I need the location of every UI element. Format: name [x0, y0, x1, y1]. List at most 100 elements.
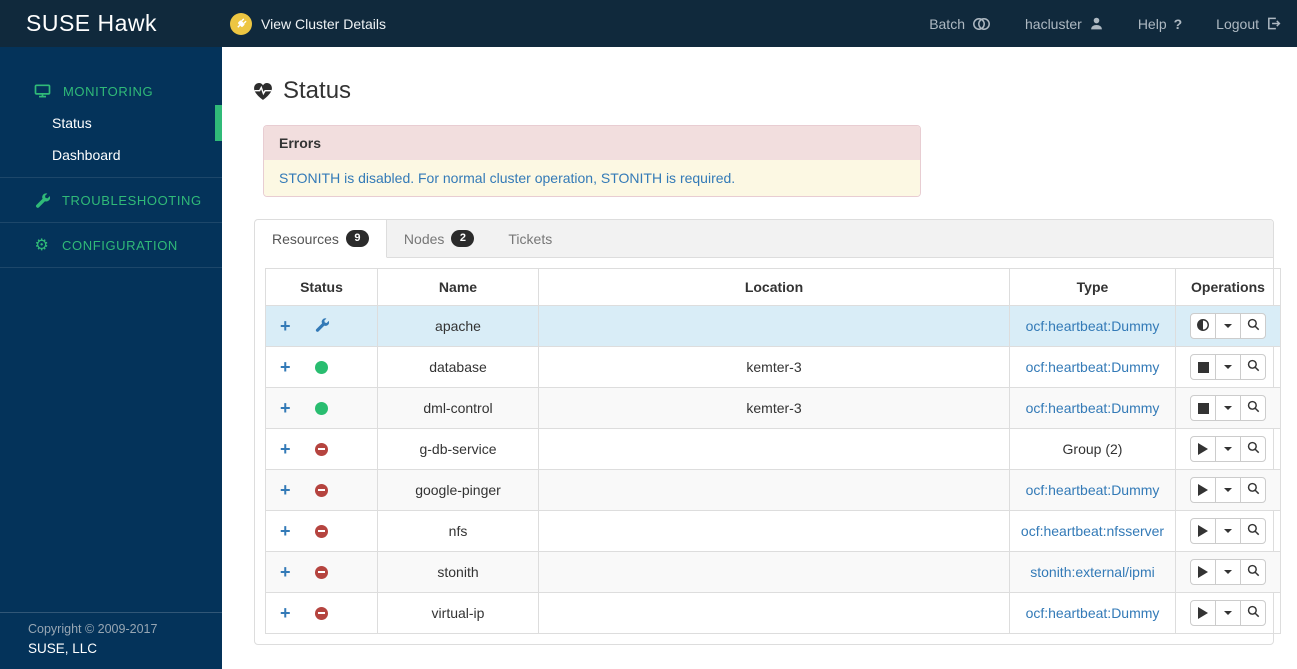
- nodes-count-badge: 2: [451, 230, 475, 247]
- operations-dropdown-button[interactable]: [1215, 354, 1241, 380]
- user-menu[interactable]: hacluster: [1025, 16, 1104, 32]
- tab-resources[interactable]: Resources 9: [255, 220, 387, 258]
- tab-nodes[interactable]: Nodes 2: [387, 220, 491, 257]
- primary-operation-button[interactable]: [1190, 518, 1216, 544]
- company-line: SUSE, LLC: [28, 641, 98, 656]
- primary-operation-button[interactable]: [1190, 436, 1216, 462]
- resource-type-link[interactable]: ocf:heartbeat:Dummy: [1026, 359, 1160, 375]
- logout-button[interactable]: Logout: [1216, 16, 1281, 32]
- table-row: + database kemter-3 ocf:heartbeat:Dummy: [265, 346, 1281, 388]
- operations-dropdown-button[interactable]: [1215, 313, 1241, 339]
- expand-row-icon[interactable]: +: [280, 563, 291, 581]
- details-button[interactable]: [1240, 518, 1266, 544]
- table-row: + virtual-ip ocf:heartbeat:Dummy: [265, 592, 1281, 634]
- details-button[interactable]: [1240, 600, 1266, 626]
- primary-operation-button[interactable]: [1190, 600, 1216, 626]
- operations-group: [1190, 600, 1266, 626]
- sidebar-item-configuration[interactable]: ⚙ CONFIGURATION: [0, 229, 222, 261]
- operations-dropdown-button[interactable]: [1215, 477, 1241, 503]
- copyright-line: Copyright © 2009-2017: [28, 622, 158, 636]
- batch-label: Batch: [929, 15, 965, 32]
- primary-operation-button[interactable]: [1190, 354, 1216, 380]
- primary-operation-button[interactable]: [1190, 559, 1216, 585]
- expand-row-icon[interactable]: +: [280, 604, 291, 622]
- sidebar: MONITORING Status Dashboard TROUBLESHOOT…: [0, 47, 222, 669]
- resource-location: [538, 428, 1010, 470]
- tab-bar: Resources 9 Nodes 2 Tickets: [255, 220, 1273, 258]
- operations-group: [1190, 313, 1266, 339]
- help-button[interactable]: Help ?: [1138, 16, 1182, 32]
- search-icon: [1247, 400, 1260, 416]
- details-button[interactable]: [1240, 559, 1266, 585]
- running-status-icon: [315, 401, 329, 415]
- operations-group: [1190, 436, 1266, 462]
- sidebar-item-dashboard[interactable]: Dashboard: [0, 139, 222, 171]
- status-panel: Resources 9 Nodes 2 Tickets Status Name …: [254, 219, 1281, 645]
- topbar-menu: Batch hacluster Help ? Logout: [929, 16, 1297, 32]
- monitor-icon: [34, 84, 51, 98]
- tab-tickets[interactable]: Tickets: [491, 220, 569, 257]
- username-label: hacluster: [1025, 15, 1082, 32]
- primary-operation-button[interactable]: [1190, 313, 1216, 339]
- resource-type-link[interactable]: ocf:heartbeat:Dummy: [1026, 400, 1160, 416]
- resource-name: stonith: [377, 551, 539, 593]
- resource-type-link[interactable]: ocf:heartbeat:nfsserver: [1021, 523, 1164, 539]
- resource-location: [538, 510, 1010, 552]
- app-logo[interactable]: SUSE Hawk: [0, 10, 222, 37]
- play-icon: [1198, 484, 1208, 496]
- column-header-name: Name: [377, 268, 539, 306]
- resource-name: dml-control: [377, 387, 539, 429]
- details-button[interactable]: [1240, 477, 1266, 503]
- table-row: + dml-control kemter-3 ocf:heartbeat:Dummy: [265, 387, 1281, 429]
- primary-operation-button[interactable]: [1190, 395, 1216, 421]
- expand-row-icon[interactable]: +: [280, 440, 291, 458]
- column-header-operations: Operations: [1175, 268, 1281, 306]
- primary-operation-button[interactable]: [1190, 477, 1216, 503]
- expand-row-icon[interactable]: +: [280, 358, 291, 376]
- stonith-warning-link[interactable]: STONITH is disabled. For normal cluster …: [279, 170, 735, 186]
- search-icon: [1247, 605, 1260, 621]
- resource-location: [538, 469, 1010, 511]
- sidebar-item-troubleshooting[interactable]: TROUBLESHOOTING: [0, 184, 222, 216]
- operations-dropdown-button[interactable]: [1215, 518, 1241, 544]
- batch-button[interactable]: Batch: [929, 16, 991, 32]
- operations-dropdown-button[interactable]: [1215, 600, 1241, 626]
- operations-dropdown-button[interactable]: [1215, 436, 1241, 462]
- sidebar-footer: Copyright © 2009-2017 SUSE, LLC: [0, 612, 222, 669]
- table-row: + g-db-service Group (2): [265, 428, 1281, 470]
- resource-type-link[interactable]: stonith:external/ipmi: [1030, 564, 1155, 580]
- expand-row-icon[interactable]: +: [280, 522, 291, 540]
- nav-section-configuration: ⚙ CONFIGURATION: [0, 229, 222, 268]
- details-button[interactable]: [1240, 354, 1266, 380]
- tab-label: Resources: [272, 230, 339, 247]
- details-button[interactable]: [1240, 395, 1266, 421]
- resource-type-link[interactable]: ocf:heartbeat:Dummy: [1026, 482, 1160, 498]
- expand-row-icon[interactable]: +: [280, 317, 291, 335]
- table-row: + stonith stonith:external/ipmi: [265, 551, 1281, 593]
- expand-row-icon[interactable]: +: [280, 399, 291, 417]
- details-button[interactable]: [1240, 313, 1266, 339]
- table-row: + google-pinger ocf:heartbeat:Dummy: [265, 469, 1281, 511]
- wrench-icon: [36, 193, 50, 208]
- resource-type-link[interactable]: ocf:heartbeat:Dummy: [1026, 318, 1160, 334]
- caret-down-icon: [1224, 529, 1232, 533]
- expand-row-icon[interactable]: +: [280, 481, 291, 499]
- maintenance-wrench-icon: [314, 317, 330, 335]
- logout-icon: [1268, 17, 1281, 30]
- resource-type-link[interactable]: ocf:heartbeat:Dummy: [1026, 605, 1160, 621]
- configuration-label: CONFIGURATION: [62, 237, 178, 253]
- tab-label: Tickets: [508, 230, 553, 247]
- search-icon: [1247, 482, 1260, 498]
- caret-down-icon: [1224, 324, 1232, 328]
- view-cluster-details-button[interactable]: View Cluster Details: [230, 12, 387, 35]
- operations-dropdown-button[interactable]: [1215, 559, 1241, 585]
- sidebar-item-status[interactable]: Status: [0, 105, 222, 141]
- operations-dropdown-button[interactable]: [1215, 395, 1241, 421]
- sidebar-item-monitoring[interactable]: MONITORING: [0, 75, 222, 107]
- table-row: + nfs ocf:heartbeat:nfsserver: [265, 510, 1281, 552]
- view-cluster-details-label: View Cluster Details: [261, 15, 387, 32]
- operations-group: [1190, 518, 1266, 544]
- search-icon: [1247, 359, 1260, 375]
- details-button[interactable]: [1240, 436, 1266, 462]
- plug-icon: [230, 12, 252, 35]
